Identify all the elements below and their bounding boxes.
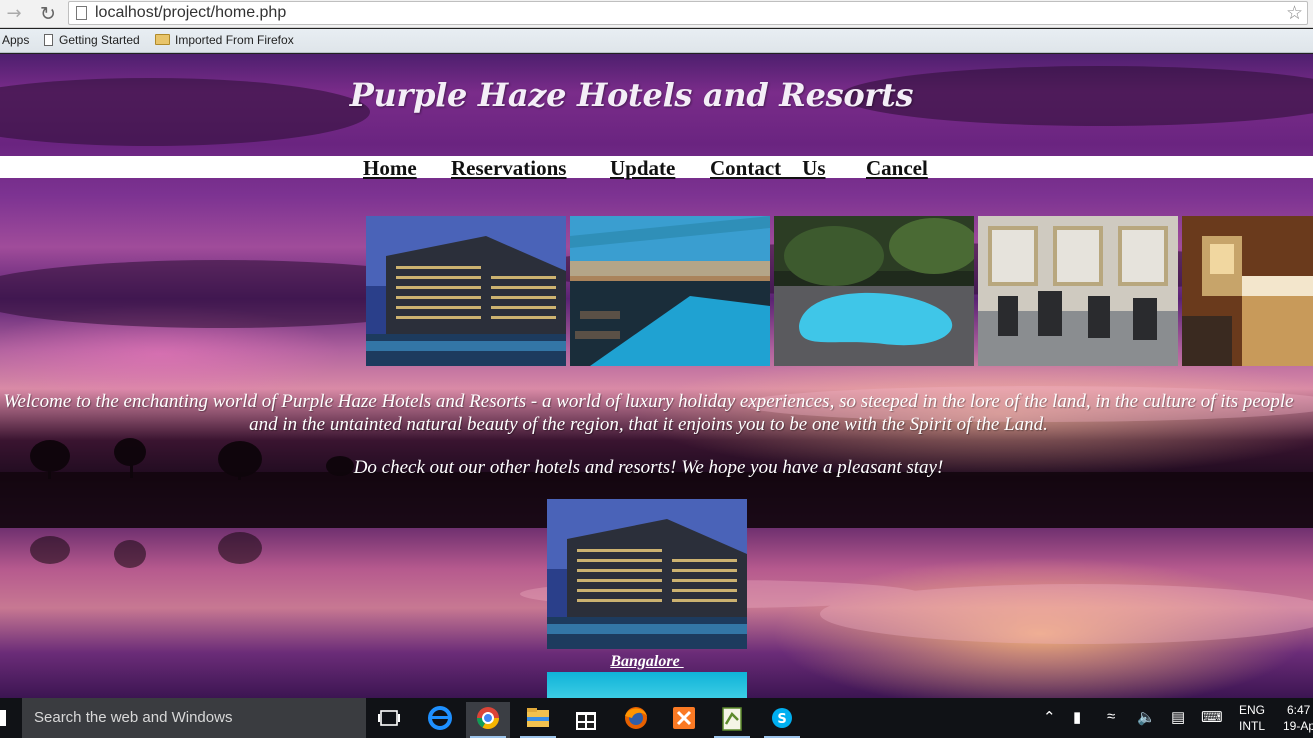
bookmark-star-icon[interactable]: ☆ [1286,2,1303,24]
nav-contact-us-link[interactable]: Contact Us [710,156,826,180]
welcome-paragraph: Welcome to the enchanting world of Purpl… [3,391,1294,435]
hotel-card-bangalore[interactable]: Bangalore [547,499,747,671]
keyboard-icon[interactable]: ⌨ [1201,708,1223,726]
edge-icon[interactable] [418,702,462,738]
wifi-icon[interactable]: ≈ [1107,708,1115,725]
closing-paragraph: Do check out our other hotels and resort… [353,457,944,478]
page-icon [44,34,53,46]
gym-photo [978,216,1178,366]
hotel-building-photo[interactable] [547,499,747,649]
chrome-icon[interactable] [466,702,510,738]
clock-time[interactable]: 6:47 PM [1287,703,1313,717]
url-text[interactable]: localhost/project/home.php [95,4,286,22]
hotel-card-next-photo[interactable] [547,672,747,698]
nav-update-link[interactable]: Update [610,156,675,180]
windows-taskbar: Search the web and Windows S ⌃ ▮ ≈ 🔈 ▤ ⌨… [0,698,1313,738]
nav-cancel-link[interactable]: Cancel [866,156,928,180]
main-nav: Home Reservations Update Contact Us Canc… [0,156,1313,180]
site-title: Purple Haze Hotels and Resorts [349,76,914,114]
bookmark-apps[interactable]: Apps [2,33,29,47]
taskbar-search-box[interactable]: Search the web and Windows [22,698,366,738]
windows-logo-icon [0,710,6,726]
language-variant: INTL [1239,719,1266,733]
task-view-icon[interactable] [368,702,412,738]
xampp-icon[interactable] [662,702,706,738]
clock-date[interactable]: 19-Apr-1 [1283,719,1313,733]
start-button[interactable] [0,698,22,738]
site-header: Purple Haze Hotels and Resorts [0,54,1313,156]
file-explorer-icon[interactable] [516,702,560,738]
bookmark-imported-from-firefox[interactable]: Imported From Firefox [155,33,295,47]
garden-pool-photo [774,216,974,366]
reload-icon[interactable]: ↻ [36,2,60,26]
system-tray: ⌃ ▮ ≈ 🔈 ▤ ⌨ ENG INTL 6:47 PM 19-Apr-1 [1013,698,1313,738]
folder-icon [155,34,170,45]
volume-icon[interactable]: 🔈 [1137,708,1156,726]
bookmark-getting-started[interactable]: Getting Started [44,33,140,47]
bedroom-photo [1182,216,1313,366]
chevron-up-icon[interactable]: ⌃ [1043,708,1056,726]
rooftop-pool-photo [570,216,770,366]
action-center-icon[interactable]: ▤ [1171,708,1185,726]
battery-icon[interactable]: ▮ [1073,708,1081,726]
page-icon [76,6,87,20]
bookmark-label: Getting Started [59,33,140,47]
bookmarks-bar: Apps Getting Started Imported From Firef… [0,29,1313,53]
store-icon[interactable] [564,702,608,738]
bookmark-label: Imported From Firefox [175,33,294,47]
bookmark-label: Apps [2,33,30,47]
firefox-icon[interactable] [614,702,658,738]
skype-icon[interactable]: S [760,702,804,738]
back-arrow-icon[interactable]: → [2,2,26,26]
address-bar[interactable]: localhost/project/home.php ☆ [68,1,1308,25]
photo-gallery [366,216,1313,366]
page-body: Purple Haze Hotels and Resorts Home Rese… [0,54,1313,698]
nav-home-link[interactable]: Home [363,156,417,180]
hotel-link-bangalore[interactable]: Bangalore [547,653,747,671]
nav-reservations-link[interactable]: Reservations [451,156,566,180]
notepad-plus-icon[interactable] [710,702,754,738]
hotel-building-photo [366,216,566,366]
search-placeholder: Search the web and Windows [34,709,233,726]
browser-toolbar: → ↻ localhost/project/home.php ☆ [0,0,1313,28]
svg-text:S: S [777,712,786,727]
language-indicator[interactable]: ENG [1239,703,1265,717]
